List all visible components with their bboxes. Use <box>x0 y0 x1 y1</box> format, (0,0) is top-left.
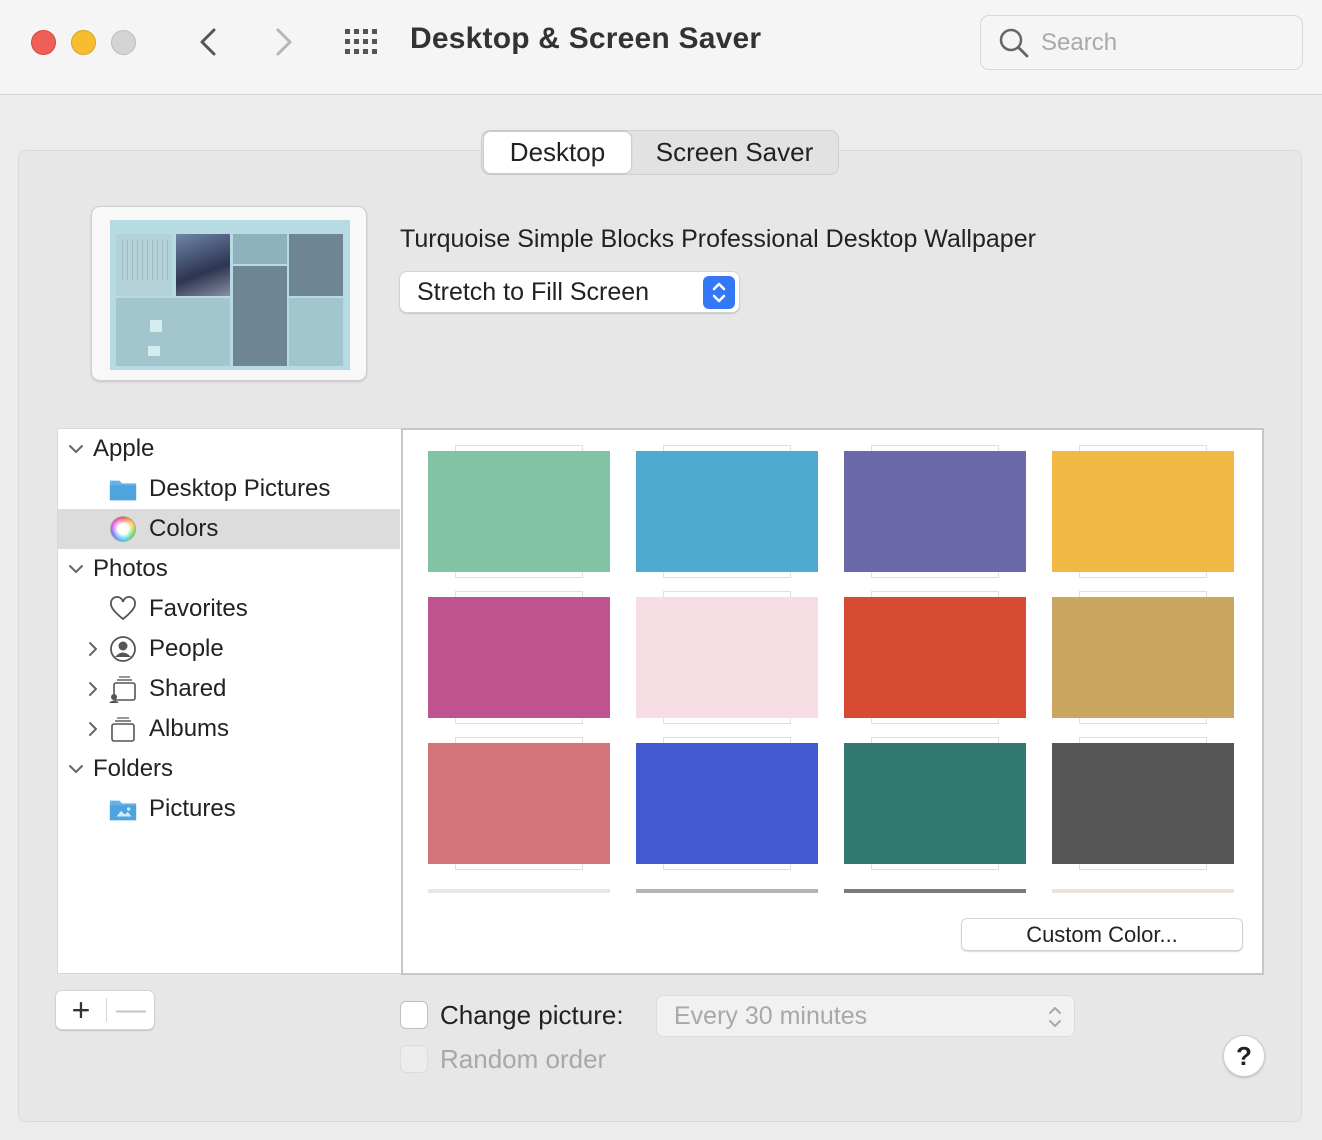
popup-arrows-icon <box>703 276 735 309</box>
chevron-right-icon[interactable] <box>83 679 103 699</box>
custom-color-button[interactable]: Custom Color... <box>961 918 1243 951</box>
color-swatch-partial[interactable] <box>636 889 818 893</box>
show-all-button[interactable] <box>343 27 383 57</box>
color-swatch-partial[interactable] <box>428 889 610 893</box>
albums-icon <box>108 714 138 744</box>
forward-button[interactable] <box>268 24 298 60</box>
folder-icon <box>108 474 138 504</box>
color-swatch[interactable] <box>636 737 818 873</box>
popup-arrows-icon <box>1049 1007 1061 1027</box>
fit-mode-popup[interactable]: Stretch to Fill Screen <box>399 271 740 313</box>
wallpaper-thumbnail <box>110 220 350 370</box>
chevron-right-icon[interactable] <box>83 719 103 739</box>
sidebar-item-label: Colors <box>149 515 219 542</box>
sidebar-item-colors[interactable]: Colors <box>58 509 400 549</box>
sidebar-item-label: Shared <box>149 675 227 702</box>
heart-icon <box>108 594 138 624</box>
sidebar-item-label: Pictures <box>149 795 236 822</box>
sidebar-item-shared[interactable]: Shared <box>58 669 400 709</box>
chevron-down-icon <box>69 765 83 773</box>
color-swatch[interactable] <box>1052 737 1234 873</box>
color-swatch[interactable] <box>428 445 610 581</box>
color-swatch[interactable] <box>428 591 610 727</box>
color-swatch-partial[interactable] <box>1052 889 1234 893</box>
colors-grid: Custom Color... <box>401 428 1264 975</box>
section-folders[interactable]: Folders <box>58 749 400 789</box>
sidebar-item-pictures[interactable]: Pictures <box>58 789 400 829</box>
grid-icon <box>345 29 377 54</box>
random-order-label: Random order <box>440 1044 607 1074</box>
fit-mode-value: Stretch to Fill Screen <box>417 278 650 306</box>
add-remove-control: + — <box>55 990 155 1030</box>
sidebar-item-albums[interactable]: Albums <box>58 709 400 749</box>
change-interval-value: Every 30 minutes <box>674 1002 868 1030</box>
section-label: Apple <box>93 435 155 462</box>
add-folder-button[interactable]: + <box>56 991 106 1029</box>
sidebar-item-favorites[interactable]: Favorites <box>58 589 400 629</box>
search-field[interactable] <box>980 15 1303 70</box>
random-order-checkbox[interactable] <box>400 1045 428 1073</box>
chevron-down-icon <box>69 445 83 453</box>
search-icon <box>999 28 1029 58</box>
source-list: Apple Desktop Pictures Colors Photos Fav… <box>57 428 401 974</box>
back-button[interactable] <box>194 24 224 60</box>
window-title: Desktop & Screen Saver <box>410 22 762 55</box>
help-button[interactable]: ? <box>1223 1035 1265 1077</box>
tab-bar: Desktop Screen Saver <box>481 130 839 175</box>
chevron-right-icon <box>276 28 292 56</box>
color-swatch[interactable] <box>1052 445 1234 581</box>
color-swatch[interactable] <box>1052 591 1234 727</box>
color-swatch[interactable] <box>636 445 818 581</box>
sidebar-item-label: Favorites <box>149 595 248 622</box>
minimize-window-button[interactable] <box>71 30 96 55</box>
section-label: Folders <box>93 755 174 782</box>
chevron-left-icon <box>200 28 216 56</box>
title-bar: Desktop & Screen Saver <box>0 0 1322 95</box>
color-swatch[interactable] <box>844 737 1026 873</box>
shared-albums-icon <box>108 674 138 704</box>
wallpaper-name: Turquoise Simple Blocks Professional Des… <box>400 225 1036 253</box>
change-picture-label: Change picture: <box>440 1000 624 1030</box>
sidebar-item-label: Albums <box>149 715 230 742</box>
section-apple[interactable]: Apple <box>58 429 400 469</box>
color-swatch[interactable] <box>844 591 1026 727</box>
sidebar-item-people[interactable]: People <box>58 629 400 669</box>
color-wheel-icon <box>108 514 138 544</box>
zoom-window-button[interactable] <box>111 30 136 55</box>
person-icon <box>108 634 138 664</box>
tab-screen-saver[interactable]: Screen Saver <box>632 131 837 174</box>
remove-folder-button[interactable]: — <box>107 991 155 1029</box>
color-swatch[interactable] <box>844 445 1026 581</box>
search-input[interactable] <box>1041 26 1291 60</box>
change-interval-popup[interactable]: Every 30 minutes <box>656 995 1075 1037</box>
chevron-right-icon[interactable] <box>83 639 103 659</box>
color-swatch[interactable] <box>428 737 610 873</box>
pictures-folder-icon <box>108 794 138 824</box>
section-photos[interactable]: Photos <box>58 549 400 589</box>
sidebar-item-desktop-pictures[interactable]: Desktop Pictures <box>58 469 400 509</box>
section-label: Photos <box>93 555 168 582</box>
sidebar-item-label: People <box>149 635 224 662</box>
close-window-button[interactable] <box>31 30 56 55</box>
color-swatch[interactable] <box>636 591 818 727</box>
chevron-down-icon <box>69 565 83 573</box>
tab-desktop[interactable]: Desktop <box>484 132 631 173</box>
sidebar-item-label: Desktop Pictures <box>149 475 331 502</box>
wallpaper-preview <box>91 206 367 381</box>
color-swatch-partial[interactable] <box>844 889 1026 893</box>
change-picture-checkbox[interactable] <box>400 1001 428 1029</box>
